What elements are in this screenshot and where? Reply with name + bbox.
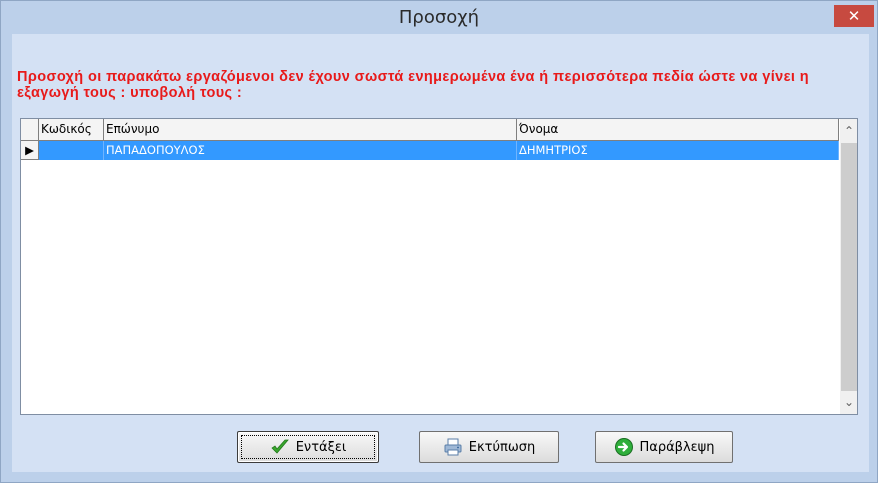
print-button-label: Εκτύπωση — [468, 439, 536, 455]
window-title: Προσοχή — [398, 7, 480, 28]
checkmark-icon — [271, 439, 289, 454]
table-row[interactable]: ▶ ΠΑΠΑΔΟΠΟΥΛΟΣ ΔΗΜΗΤΡΙΟΣ — [21, 141, 839, 160]
warning-message: Προσοχή οι παρακάτω εργαζόμενοι δεν έχου… — [17, 69, 809, 101]
column-header-code[interactable]: Κωδικός — [39, 119, 104, 140]
close-button[interactable]: ✕ — [834, 5, 874, 27]
employee-grid[interactable]: Κωδικός Επώνυμο Όνομα ▶ ΠΑΠΑΔΟΠΟΥΛΟΣ ΔΗΜ… — [20, 118, 858, 415]
scroll-up-icon[interactable]: ⌃ — [840, 119, 857, 143]
scroll-track[interactable] — [841, 143, 857, 391]
skip-button[interactable]: Παράβλεψη — [595, 431, 733, 463]
dialog-window: Προσοχή ✕ Προσοχή οι παρακάτω εργαζόμενο… — [0, 0, 878, 483]
scroll-down-icon[interactable]: ⌄ — [840, 391, 857, 413]
cell-code[interactable] — [39, 141, 104, 160]
header-indicator-cell — [21, 119, 39, 140]
column-header-surname[interactable]: Επώνυμο — [104, 119, 517, 140]
print-button[interactable]: Εκτύπωση — [419, 431, 559, 463]
skip-button-label: Παράβλεψη — [639, 439, 715, 455]
grid-header: Κωδικός Επώνυμο Όνομα — [21, 119, 839, 141]
arrow-circle-icon — [614, 438, 633, 456]
printer-icon — [444, 438, 462, 456]
cell-surname[interactable]: ΠΑΠΑΔΟΠΟΥΛΟΣ — [104, 141, 517, 160]
column-header-name[interactable]: Όνομα — [517, 119, 839, 140]
vertical-scrollbar[interactable]: ⌃ ⌄ — [840, 119, 857, 414]
cell-name[interactable]: ΔΗΜΗΤΡΙΟΣ — [517, 141, 839, 160]
ok-button-label: Εντάξει — [295, 439, 347, 455]
ok-button[interactable]: Εντάξει — [237, 431, 379, 463]
title-bar: Προσοχή ✕ — [1, 1, 877, 33]
row-indicator-icon: ▶ — [21, 141, 39, 160]
